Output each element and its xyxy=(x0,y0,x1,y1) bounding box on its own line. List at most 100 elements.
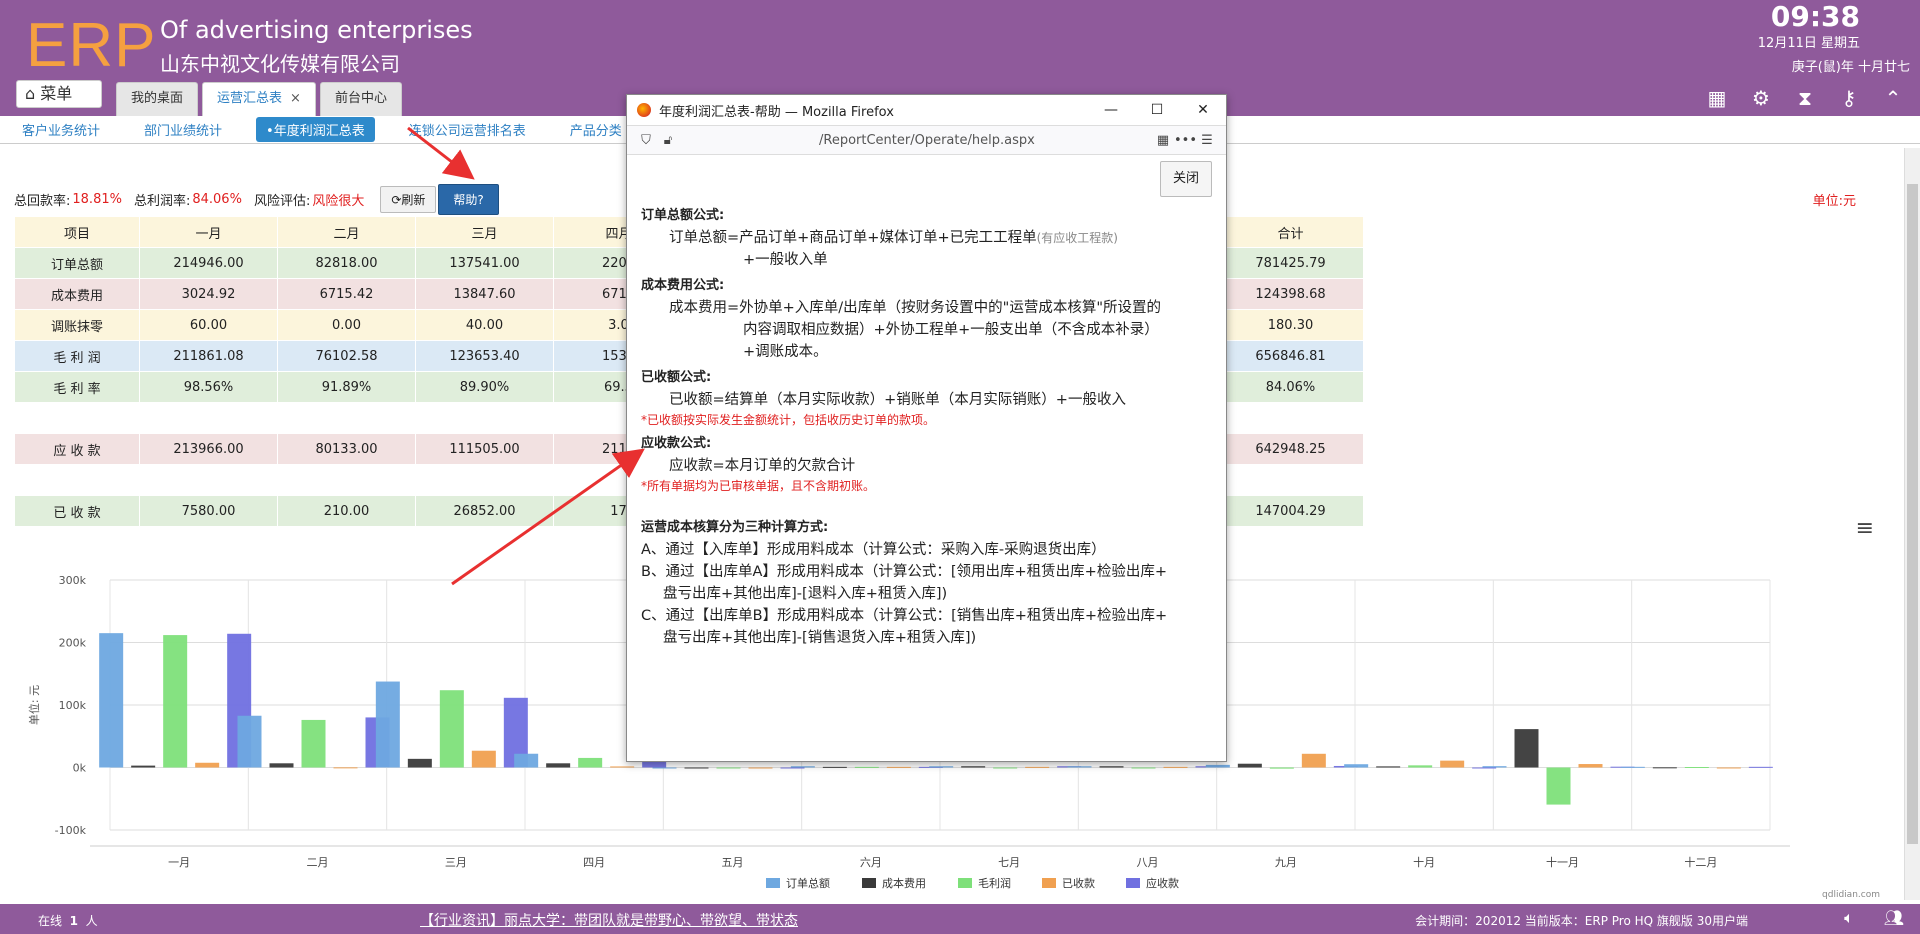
bar-订单总额 xyxy=(652,767,677,769)
close-help-button[interactable]: 关闭 xyxy=(1159,161,1212,197)
bar-成本费用 xyxy=(961,766,986,768)
bar-成本费用 xyxy=(407,758,432,768)
popup-address-bar: ⛉ 🔓︎ /ReportCenter/Operate/help.aspx ▦ •… xyxy=(627,125,1226,155)
cost-formula-1: 成本费用=外协单+入库单/出库单（按财务设置中的"运营成本核算"所设置的 xyxy=(669,300,1162,316)
scrollbar-thumb[interactable] xyxy=(1907,184,1918,844)
profit-rate-value: 84.06% xyxy=(192,192,242,207)
cost-method-c-1: C、通过【出库单B】形成用料成本（计算公式：[销售出库+租赁出库+检验出库+ xyxy=(641,608,1168,624)
bar-毛利润 xyxy=(163,635,188,768)
menu-label: 菜单 xyxy=(40,84,73,103)
table-cell: 91.89% xyxy=(277,371,416,403)
bar-应收款 xyxy=(780,767,805,769)
menu-button[interactable]: ⌂ 菜单 xyxy=(16,80,102,108)
erp-logo: ERP xyxy=(26,11,157,80)
bar-应收款 xyxy=(1472,767,1497,769)
close-window-icon[interactable]: ✕ xyxy=(1180,102,1226,118)
close-icon[interactable]: × xyxy=(290,91,301,106)
qr-code-icon[interactable]: ▦ xyxy=(1152,133,1174,148)
help-popup-window: 年度利润汇总表-帮助 — Mozilla Firefox — ☐ ✕ ⛉ 🔓︎ … xyxy=(626,94,1227,762)
unit-label: 单位:元 xyxy=(1812,194,1856,209)
x-tick-label: 七月 xyxy=(998,856,1020,869)
bar-已收款 xyxy=(1025,766,1050,768)
hourglass-icon[interactable]: ⧗ xyxy=(1792,86,1818,110)
bar-订单总额 xyxy=(1482,766,1507,768)
row-label: 项目 xyxy=(14,216,140,248)
bar-订单总额 xyxy=(929,766,954,768)
company-name-en: Of advertising enterprises xyxy=(160,16,473,44)
bar-毛利润 xyxy=(1684,767,1709,769)
tab-my-desktop[interactable]: 我的桌面 xyxy=(116,82,199,116)
erp-page: ERP Of advertising enterprises 山东中视文化传媒有… xyxy=(0,0,1920,934)
lunar-date: 庚子(鼠)年 十月廿七 xyxy=(1791,60,1910,75)
online-unit: 人 xyxy=(85,914,98,928)
cost-heading: 成本费用公式: xyxy=(641,278,725,293)
shield-icon[interactable]: ⛉ xyxy=(635,133,657,148)
bar-已收款 xyxy=(1440,760,1465,768)
receivable-note: *所有单据均为已审核单据，且不含期初账。 xyxy=(641,479,876,493)
bar-成本费用 xyxy=(269,763,294,768)
firefox-icon xyxy=(637,103,651,117)
bar-已收款 xyxy=(748,767,773,769)
bar-毛利润 xyxy=(578,757,603,768)
users-icon[interactable]: 👥︎ xyxy=(1884,908,1904,928)
receivable-heading: 应收款公式: xyxy=(641,436,712,451)
tab-label: 运营汇总表 xyxy=(217,91,283,106)
bar-成本费用 xyxy=(822,766,847,768)
legend-label: 应收款 xyxy=(1146,876,1179,890)
bar-订单总额 xyxy=(99,633,124,768)
bar-成本费用 xyxy=(1237,763,1262,768)
subnav-chain-ranking[interactable]: 连锁公司运营排名表 xyxy=(387,120,548,139)
chart-menu-icon[interactable]: ≡ xyxy=(1856,516,1874,541)
order-total-formula: 订单总额=产品订单+商品订单+媒体订单+已完工工程单(有应收工程款) xyxy=(641,227,1212,249)
y-tick-label: 300k xyxy=(59,574,87,587)
table-cell: 0.00 xyxy=(277,309,416,341)
speaker-icon[interactable]: 🔈︎ xyxy=(1844,908,1854,928)
x-tick-label: 一月 xyxy=(168,856,190,869)
risk-value: 风险很大 xyxy=(312,194,365,209)
more-icon[interactable]: ••• xyxy=(1174,133,1197,148)
bar-订单总额 xyxy=(1205,764,1230,768)
grid-icon[interactable]: ▦ xyxy=(1704,86,1730,110)
key-icon[interactable]: ⚷ xyxy=(1836,86,1862,110)
bar-订单总额 xyxy=(237,715,262,768)
maximize-icon[interactable]: ☐ xyxy=(1134,102,1180,118)
bar-成本费用 xyxy=(1099,766,1124,768)
table-cell: 13847.60 xyxy=(415,278,554,310)
table-cell: 3024.92 xyxy=(139,278,278,310)
legend-swatch xyxy=(862,878,876,888)
tab-front-center[interactable]: 前台中心 xyxy=(319,82,402,116)
bar-成本费用 xyxy=(684,767,709,769)
clock: 09:38 xyxy=(1770,0,1860,33)
table-cell: 三月 xyxy=(415,216,554,248)
legend-swatch xyxy=(766,878,780,888)
subnav-department-stats[interactable]: 部门业绩统计 xyxy=(122,120,244,139)
refresh-button[interactable]: ⟳刷新 xyxy=(380,186,437,213)
subnav-customer-stats[interactable]: 客户业务统计 xyxy=(0,120,122,139)
minimize-icon[interactable]: — xyxy=(1088,102,1134,118)
bar-毛利润 xyxy=(1131,767,1156,769)
tab-operation-summary[interactable]: 运营汇总表 × xyxy=(202,82,316,116)
bar-毛利润 xyxy=(1546,767,1571,805)
url-field[interactable]: /ReportCenter/Operate/help.aspx xyxy=(819,133,1152,148)
news-ticker-link[interactable]: 【行业资讯】丽点大学：带团队就是带野心、带欲望、带状态 xyxy=(420,910,798,930)
table-cell: 213966.00 xyxy=(139,433,278,465)
help-button[interactable]: 帮助? xyxy=(438,184,499,215)
bar-订单总额 xyxy=(375,681,400,768)
collapse-icon[interactable]: ⌃ xyxy=(1880,86,1906,110)
page-scrollbar[interactable] xyxy=(1904,148,1920,900)
bar-已收款 xyxy=(471,750,496,768)
gear-icon[interactable]: ⚙ xyxy=(1748,86,1774,110)
online-label: 在线 xyxy=(38,914,63,928)
bar-已收款 xyxy=(333,767,358,769)
bar-已收款 xyxy=(610,766,635,768)
subnav-annual-profit[interactable]: •年度利润汇总表 xyxy=(256,117,375,142)
table-cell: 180.30 xyxy=(1217,309,1364,341)
x-tick-label: 八月 xyxy=(1137,856,1159,869)
hamburger-menu-icon[interactable]: ☰ xyxy=(1196,133,1218,148)
table-cell: 84.06% xyxy=(1217,371,1364,403)
insecure-lock-icon[interactable]: 🔓︎ xyxy=(657,133,679,148)
bar-成本费用 xyxy=(546,763,571,768)
bar-应收款 xyxy=(1748,766,1773,768)
row-label: 应 收 款 xyxy=(14,433,140,465)
bar-已收款 xyxy=(1301,753,1326,768)
